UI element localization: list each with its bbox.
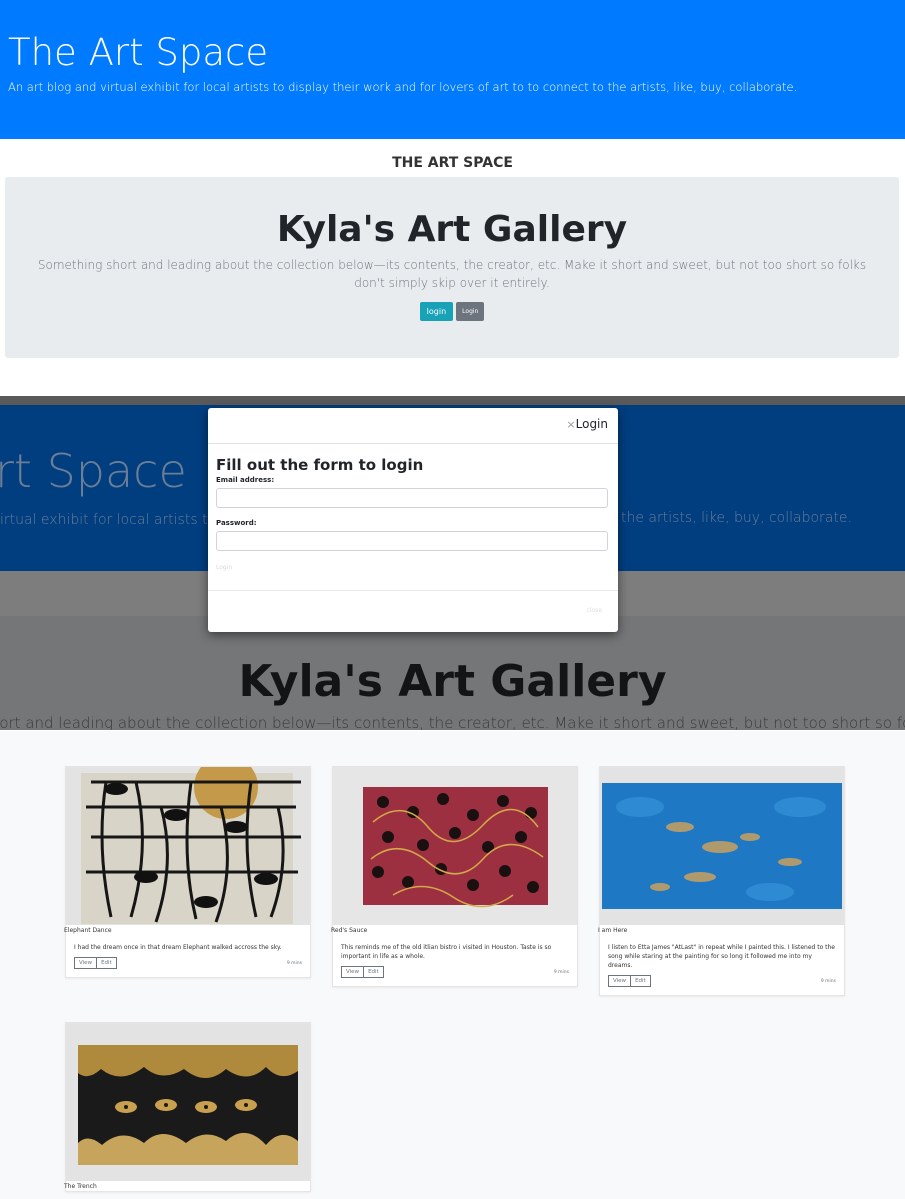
art-card: Red's Sauce This reminds me of the old i… bbox=[331, 766, 578, 987]
art-description: I listen to Etta James "AtLast" in repea… bbox=[608, 944, 835, 969]
reds-sauce-painting bbox=[333, 767, 577, 925]
i-am-here-image[interactable] bbox=[600, 767, 844, 925]
edit-button[interactable]: Edit bbox=[631, 975, 651, 987]
i-am-here-painting bbox=[600, 767, 844, 925]
view-button[interactable]: View bbox=[341, 966, 365, 978]
art-title: I am Here bbox=[598, 927, 628, 934]
backdrop-gallery-title: Kyla's Art Gallery bbox=[238, 656, 667, 707]
close-icon[interactable]: × bbox=[566, 418, 575, 431]
button-group: View Edit bbox=[74, 957, 117, 969]
elephant-dance-image[interactable] bbox=[66, 767, 310, 925]
timestamp: 9 mins bbox=[553, 969, 569, 975]
modal-login-button[interactable]: Login bbox=[216, 564, 232, 571]
gallery-title: Kyla's Art Gallery bbox=[276, 209, 628, 250]
timestamp: 9 mins bbox=[286, 960, 302, 966]
modal-close-button[interactable]: ×Login bbox=[566, 417, 608, 431]
reds-sauce-image[interactable] bbox=[333, 767, 577, 925]
gallery-section: Elephant Dance I had the dream once in t… bbox=[0, 731, 905, 1199]
email-label: Email address: bbox=[216, 476, 275, 484]
modal-header: ×Login bbox=[208, 408, 618, 444]
modal-footer-close-button[interactable]: close bbox=[587, 607, 602, 614]
login-button[interactable]: login bbox=[419, 302, 454, 321]
timestamp: 9 mins bbox=[820, 978, 836, 984]
art-card: The Trench bbox=[64, 1022, 311, 1192]
login-modal-screenshot: rt Space irtual exhibit for local artist… bbox=[0, 396, 905, 730]
email-input[interactable] bbox=[216, 488, 608, 508]
gallery-jumbotron: Kyla's Art Gallery Something short and l… bbox=[5, 177, 899, 358]
login-secondary-button[interactable]: Login bbox=[456, 302, 485, 321]
backdrop-navbar bbox=[0, 396, 905, 405]
password-label: Password: bbox=[216, 519, 257, 527]
gallery-lead: Something short and leading about the co… bbox=[37, 258, 867, 290]
card-actions: View Edit 9 mins bbox=[74, 957, 302, 969]
backdrop-subtitle-right: the artists, like, buy, collaborate. bbox=[621, 510, 852, 526]
modal-heading: Fill out the form to login bbox=[216, 456, 424, 474]
site-subtitle: An art blog and virtual exhibit for loca… bbox=[8, 80, 798, 94]
art-card: I am Here I listen to Etta James "AtLast… bbox=[598, 766, 845, 996]
art-title: Red's Sauce bbox=[331, 927, 368, 934]
edit-button[interactable]: Edit bbox=[97, 957, 117, 969]
art-description: I had the dream once in that dream Eleph… bbox=[74, 944, 282, 951]
password-input[interactable] bbox=[216, 531, 608, 551]
art-title: Elephant Dance bbox=[64, 927, 112, 934]
elephant-dance-painting bbox=[66, 767, 310, 925]
backdrop-site-title: rt Space bbox=[0, 444, 187, 498]
backdrop-subtitle-left: irtual exhibit for local artists t bbox=[0, 512, 208, 528]
modal-body: Fill out the form to login Email address… bbox=[208, 444, 618, 551]
backdrop-gallery-lead: short and leading about the collection b… bbox=[0, 714, 905, 730]
the-trench-image[interactable] bbox=[66, 1023, 310, 1181]
modal-footer: close bbox=[208, 590, 618, 632]
view-button[interactable]: View bbox=[74, 957, 98, 969]
jumbotron-buttons: login Login bbox=[5, 302, 899, 321]
button-group: View Edit bbox=[341, 966, 384, 978]
the-trench-painting bbox=[66, 1023, 310, 1181]
card-actions: View Edit 9 mins bbox=[608, 975, 836, 987]
art-title: The Trench bbox=[64, 1183, 97, 1190]
view-button[interactable]: View bbox=[608, 975, 632, 987]
card-actions: View Edit 9 mins bbox=[341, 966, 569, 978]
edit-button[interactable]: Edit bbox=[364, 966, 384, 978]
site-header: The Art Space An art blog and virtual ex… bbox=[0, 0, 905, 139]
site-title: The Art Space bbox=[8, 31, 269, 74]
art-description: This reminds me of the old itlian bistro… bbox=[341, 944, 552, 960]
navbar-brand[interactable]: THE ART SPACE bbox=[0, 155, 905, 171]
modal-header-title: Login bbox=[575, 417, 608, 431]
button-group: View Edit bbox=[608, 975, 651, 987]
art-card: Elephant Dance I had the dream once in t… bbox=[64, 766, 311, 978]
login-modal: ×Login Fill out the form to login Email … bbox=[208, 408, 618, 632]
